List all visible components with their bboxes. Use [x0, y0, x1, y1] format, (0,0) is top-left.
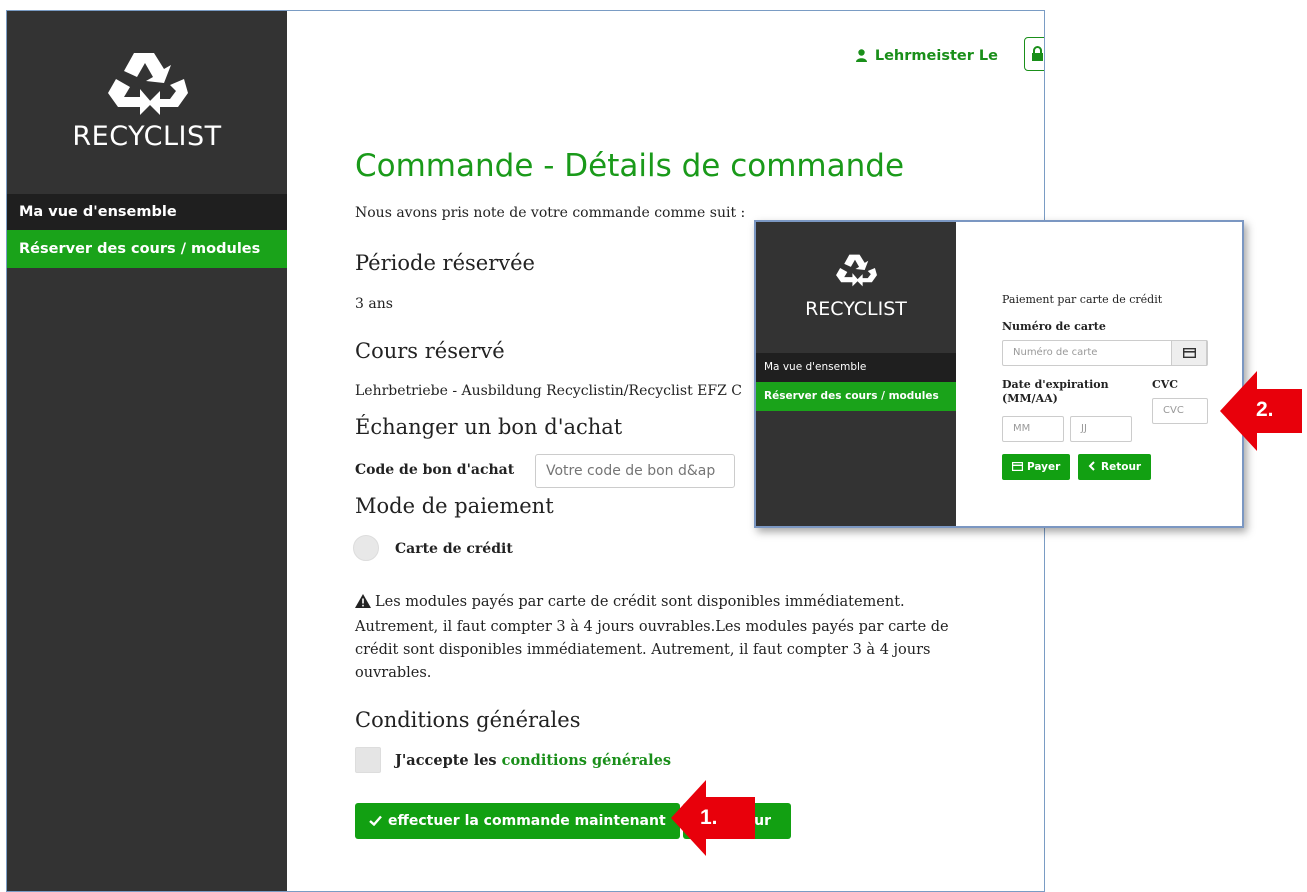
return-button[interactable]: Retour	[1078, 454, 1152, 480]
place-order-label: effectuer la commande maintenant	[388, 813, 666, 829]
payment-window-screenshot: RECYCLIST Ma vue d'ensemble Réserver des…	[754, 220, 1244, 528]
card-number-label: Numéro de carte	[1002, 320, 1106, 333]
logo[interactable]: RECYCLIST	[7, 11, 287, 191]
payment-sidebar: RECYCLIST Ma vue d'ensemble Réserver des…	[756, 222, 956, 526]
voucher-code-input[interactable]	[535, 454, 735, 488]
expiry-month-input[interactable]: MM	[1002, 416, 1064, 442]
user-icon	[855, 49, 867, 66]
course-heading: Cours réservé	[355, 339, 505, 363]
credit-card-icon	[1171, 340, 1207, 366]
logout-button[interactable]	[1024, 37, 1044, 71]
terms-prefix: J'accepte les	[395, 752, 502, 769]
intro-text: Nous avons pris note de votre commande c…	[355, 205, 746, 221]
pay-button-label: Payer	[1027, 461, 1061, 473]
terms-heading: Conditions générales	[355, 708, 581, 732]
payment-warning: Les modules payés par carte de crédit so…	[355, 591, 975, 685]
cvc-input[interactable]: CVC	[1152, 398, 1208, 424]
credit-card-radio[interactable]	[353, 535, 379, 561]
return-button-label: Retour	[1101, 461, 1142, 473]
recycle-icon	[834, 252, 878, 292]
voucher-heading: Échanger un bon d'achat	[355, 415, 623, 439]
check-icon	[369, 804, 382, 840]
warning-text: Les modules payés par carte de crédit so…	[355, 594, 949, 681]
terms-checkbox[interactable]	[355, 747, 381, 773]
expiry-day-input[interactable]: JJ	[1070, 416, 1132, 442]
payment-sidebar-item-book-courses[interactable]: Réserver des cours / modules	[756, 382, 956, 411]
sidebar: RECYCLIST Ma vue d'ensemble Réserver des…	[7, 11, 287, 891]
cvc-label: CVC	[1152, 378, 1179, 391]
expiry-label: Date d'expiration (MM/AA)	[1002, 378, 1112, 406]
payment-logo-text: RECYCLIST	[805, 298, 907, 320]
warning-icon	[355, 593, 371, 616]
terms-label: J'accepte les conditions générales	[395, 752, 671, 769]
payment-form: Paiement par carte de crédit Numéro de c…	[956, 222, 1242, 526]
period-heading: Période réservée	[355, 251, 535, 275]
credit-card-label: Carte de crédit	[395, 541, 513, 557]
logo-text: RECYCLIST	[72, 121, 222, 152]
voucher-label: Code de bon d'achat	[355, 462, 515, 478]
card-number-input[interactable]: Numéro de carte	[1002, 340, 1208, 366]
period-value: 3 ans	[355, 296, 393, 312]
credit-card-icon	[1012, 462, 1024, 472]
step-2-label: 2.	[1256, 398, 1274, 421]
terms-link[interactable]: conditions générales	[502, 752, 671, 769]
place-order-button[interactable]: effectuer la commande maintenant	[355, 803, 680, 839]
payment-title: Paiement par carte de crédit	[1002, 293, 1163, 306]
pay-button[interactable]: Payer	[1002, 454, 1071, 480]
course-value: Lehrbetriebe - Ausbildung Recyclistin/Re…	[355, 383, 742, 399]
expiry-label-text: Date d'expiration (MM/AA)	[1002, 378, 1109, 405]
payment-sidebar-item-overview[interactable]: Ma vue d'ensemble	[756, 353, 956, 382]
chevron-left-icon	[1088, 461, 1095, 471]
user-name: Lehrmeister Le	[874, 48, 998, 64]
card-number-placeholder: Numéro de carte	[1013, 347, 1098, 358]
recycle-icon	[104, 49, 190, 121]
sidebar-item-overview[interactable]: Ma vue d'ensemble	[7, 194, 287, 230]
sidebar-item-book-courses[interactable]: Réserver des cours / modules	[7, 230, 287, 268]
step-1-label: 1.	[700, 806, 718, 829]
payment-heading: Mode de paiement	[355, 494, 554, 518]
user-menu-link[interactable]: Lehrmeister Le	[855, 48, 998, 66]
page-title: Commande - Détails de commande	[355, 148, 905, 184]
